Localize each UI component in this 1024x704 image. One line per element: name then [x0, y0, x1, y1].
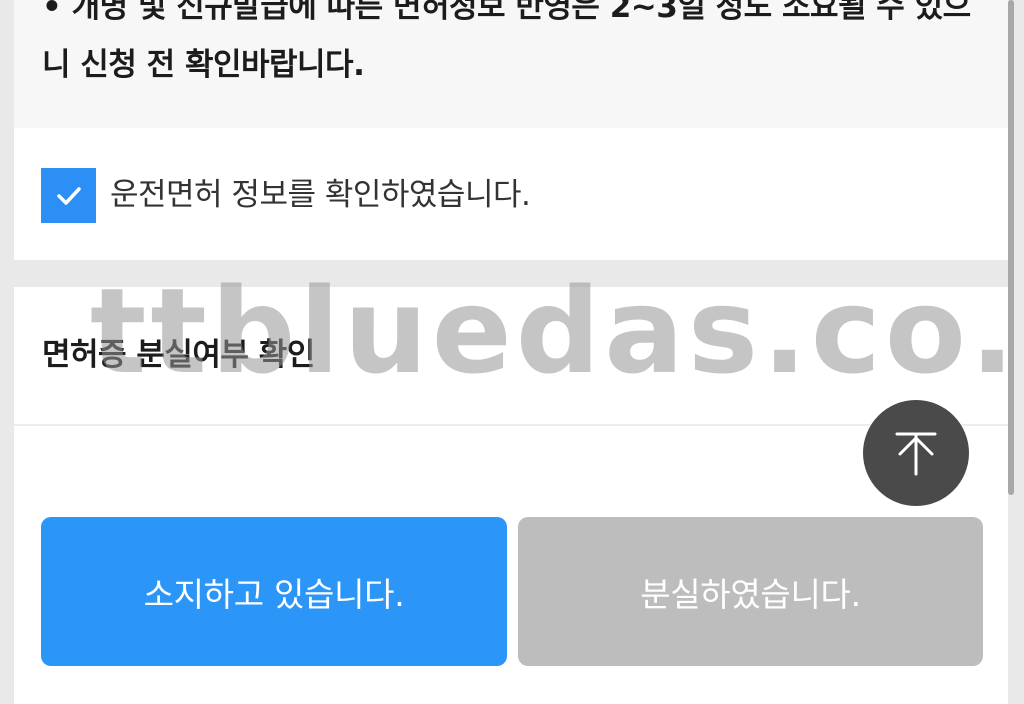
own-license-button[interactable]: 소지하고 있습니다.: [41, 517, 507, 666]
section-title: 면허증 분실여부 확인: [42, 337, 315, 373]
check-icon: [56, 186, 81, 205]
scrollbar[interactable]: [1008, 0, 1014, 495]
divider: [14, 424, 1008, 426]
arrow-to-top-icon: [895, 432, 937, 476]
notice-panel: • 개명 및 신규발급에 따른 면허정보 반영은 2~3일 정도 소요될 수 있…: [14, 0, 1008, 128]
confirm-label: 운전면허 정보를 확인하였습니다.: [110, 177, 531, 213]
lost-license-button[interactable]: 분실하였습니다.: [518, 517, 983, 666]
page: • 개명 및 신규발급에 따른 면허정보 반영은 2~3일 정도 소요될 수 있…: [0, 0, 1024, 704]
scroll-to-top-button[interactable]: [863, 400, 969, 506]
confirm-checkbox[interactable]: [41, 168, 96, 223]
notice-text: • 개명 및 신규발급에 따른 면허정보 반영은 2~3일 정도 소요될 수 있…: [42, 0, 971, 83]
confirm-info-row[interactable]: 운전면허 정보를 확인하였습니다.: [14, 128, 1008, 260]
